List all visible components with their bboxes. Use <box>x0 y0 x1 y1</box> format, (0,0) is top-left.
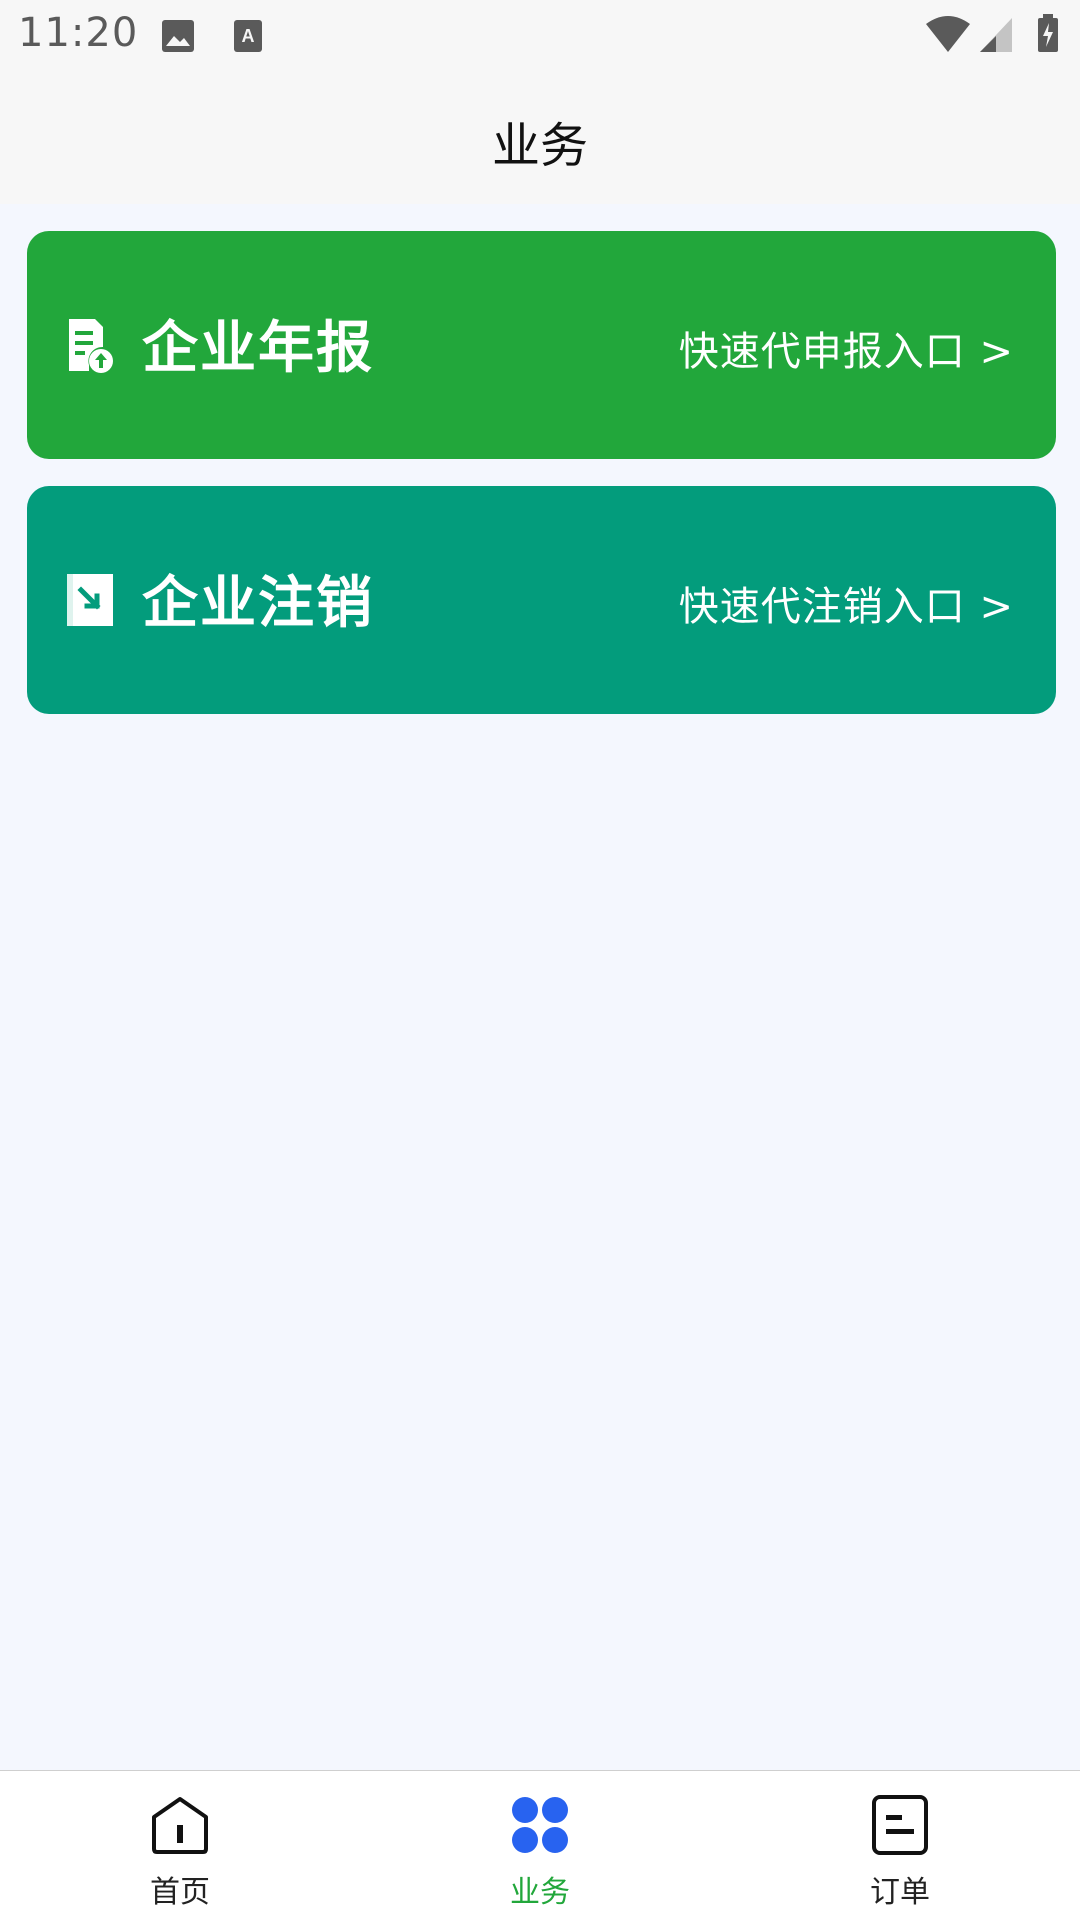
nav-item-orders[interactable]: 订单 <box>720 1771 1080 1921</box>
signal-icon <box>980 18 1012 52</box>
home-icon <box>152 1797 208 1854</box>
svg-text:A: A <box>242 26 255 46</box>
header: 业务 <box>0 74 1080 204</box>
nav-item-business[interactable]: 业务 <box>360 1771 720 1921</box>
quick-cancel-link[interactable]: 快速代注销入口 > <box>679 574 1014 632</box>
battery-charging-icon <box>1038 14 1058 52</box>
bottom-nav: 首页 业务 订单 <box>0 1770 1080 1921</box>
card-title: 企业年报 <box>142 316 374 381</box>
cancel-doc-icon <box>67 574 113 626</box>
card-title: 企业注销 <box>142 571 374 636</box>
quick-report-link[interactable]: 快速代申报入口 > <box>679 319 1014 377</box>
image-icon <box>162 20 194 52</box>
page-title: 业务 <box>491 118 588 174</box>
nav-item-home[interactable]: 首页 <box>0 1771 360 1921</box>
report-upload-icon <box>69 319 113 373</box>
business-cancel-card[interactable]: 企业注销 快速代注销入口 > <box>27 486 1056 714</box>
nav-label-orders: 订单 <box>870 1875 930 1910</box>
status-bar: 11:20 A <box>0 0 1080 74</box>
wifi-icon <box>926 16 970 52</box>
status-time: 11:20 <box>18 10 139 56</box>
grid-icon <box>512 1797 568 1853</box>
annual-report-card[interactable]: 企业年报 快速代申报入口 > <box>27 231 1056 459</box>
nav-label-home: 首页 <box>150 1875 210 1910</box>
text-a-icon: A <box>234 20 262 52</box>
nav-label-business: 业务 <box>510 1875 570 1910</box>
order-icon <box>872 1795 928 1855</box>
